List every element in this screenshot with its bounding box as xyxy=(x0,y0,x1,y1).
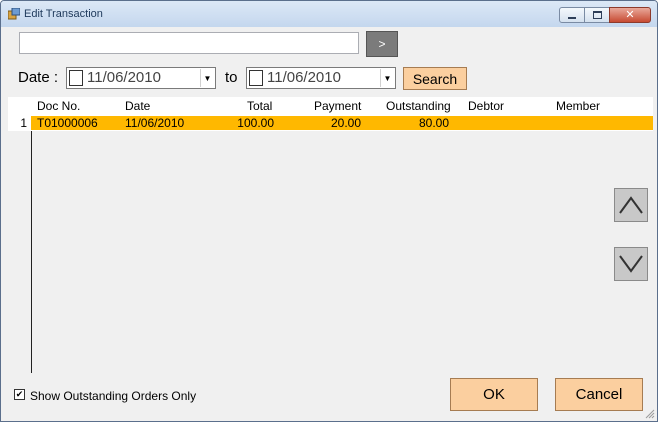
chevron-down-icon: ▼ xyxy=(383,73,392,83)
cell-date: 11/06/2010 xyxy=(125,116,185,130)
show-outstanding-checkbox[interactable]: ✔ xyxy=(14,389,25,400)
date-label: Date : xyxy=(18,69,59,86)
cell-payment: 20.00 xyxy=(330,116,361,130)
to-date-dropdown-button[interactable]: ▼ xyxy=(380,69,394,87)
maximize-button[interactable] xyxy=(584,7,610,23)
column-header-date[interactable]: Date xyxy=(125,99,150,113)
cell-doc-no: T01000006 xyxy=(37,116,98,130)
table-row[interactable]: 1 T01000006 11/06/2010 100.00 20.00 80.0… xyxy=(8,115,653,131)
go-button[interactable]: > xyxy=(366,31,398,57)
from-date-dropdown-button[interactable]: ▼ xyxy=(200,69,214,87)
resize-grip-icon[interactable] xyxy=(645,409,655,419)
maximize-icon xyxy=(592,11,602,19)
app-icon xyxy=(8,8,20,20)
column-header-debtor[interactable]: Debtor xyxy=(468,99,504,113)
column-header-total[interactable]: Total xyxy=(247,99,272,113)
cancel-button[interactable]: Cancel xyxy=(555,378,643,411)
column-header-doc-no[interactable]: Doc No. xyxy=(37,99,80,113)
chevron-up-icon xyxy=(619,196,643,214)
chevron-down-icon: ▼ xyxy=(203,73,212,83)
grid-header: Doc No. Date Total Payment Outstanding D… xyxy=(8,97,653,115)
cell-outstanding: 80.00 xyxy=(418,116,449,130)
from-date-picker[interactable]: 11/06/2010 ▼ xyxy=(66,67,216,89)
column-header-outstanding[interactable]: Outstanding xyxy=(386,99,451,113)
cell-total: 100.00 xyxy=(237,116,274,130)
to-date-checkbox[interactable] xyxy=(249,70,263,86)
to-label: to xyxy=(225,69,238,86)
chevron-down-icon xyxy=(619,255,643,273)
close-button[interactable]: ✕ xyxy=(609,7,651,23)
column-header-member[interactable]: Member xyxy=(556,99,600,113)
window-controls: ✕ xyxy=(559,7,651,23)
title-bar[interactable]: Edit Transaction ✕ xyxy=(1,1,657,27)
window-title: Edit Transaction xyxy=(24,8,103,20)
ok-button[interactable]: OK xyxy=(450,378,538,411)
close-icon: ✕ xyxy=(625,9,635,21)
from-date-value: 11/06/2010 xyxy=(87,69,161,86)
row-number: 1 xyxy=(20,116,27,130)
row-header[interactable]: 1 xyxy=(8,116,31,130)
scroll-down-button[interactable] xyxy=(614,247,648,281)
to-date-picker[interactable]: 11/06/2010 ▼ xyxy=(246,67,396,89)
minimize-icon xyxy=(568,16,576,19)
show-outstanding-label[interactable]: Show Outstanding Orders Only xyxy=(30,389,196,403)
row-header-divider xyxy=(31,115,32,373)
to-date-value: 11/06/2010 xyxy=(267,69,341,86)
minimize-button[interactable] xyxy=(559,7,585,23)
column-header-payment[interactable]: Payment xyxy=(314,99,361,113)
checkmark-icon: ✔ xyxy=(15,389,24,399)
from-date-checkbox[interactable] xyxy=(69,70,83,86)
scroll-up-button[interactable] xyxy=(614,188,648,222)
transaction-grid[interactable]: Doc No. Date Total Payment Outstanding D… xyxy=(8,97,653,373)
edit-transaction-window: Edit Transaction ✕ > Date : 11/06/2010 ▼… xyxy=(0,0,658,422)
search-button[interactable]: Search xyxy=(403,67,467,90)
search-input[interactable] xyxy=(19,32,359,54)
